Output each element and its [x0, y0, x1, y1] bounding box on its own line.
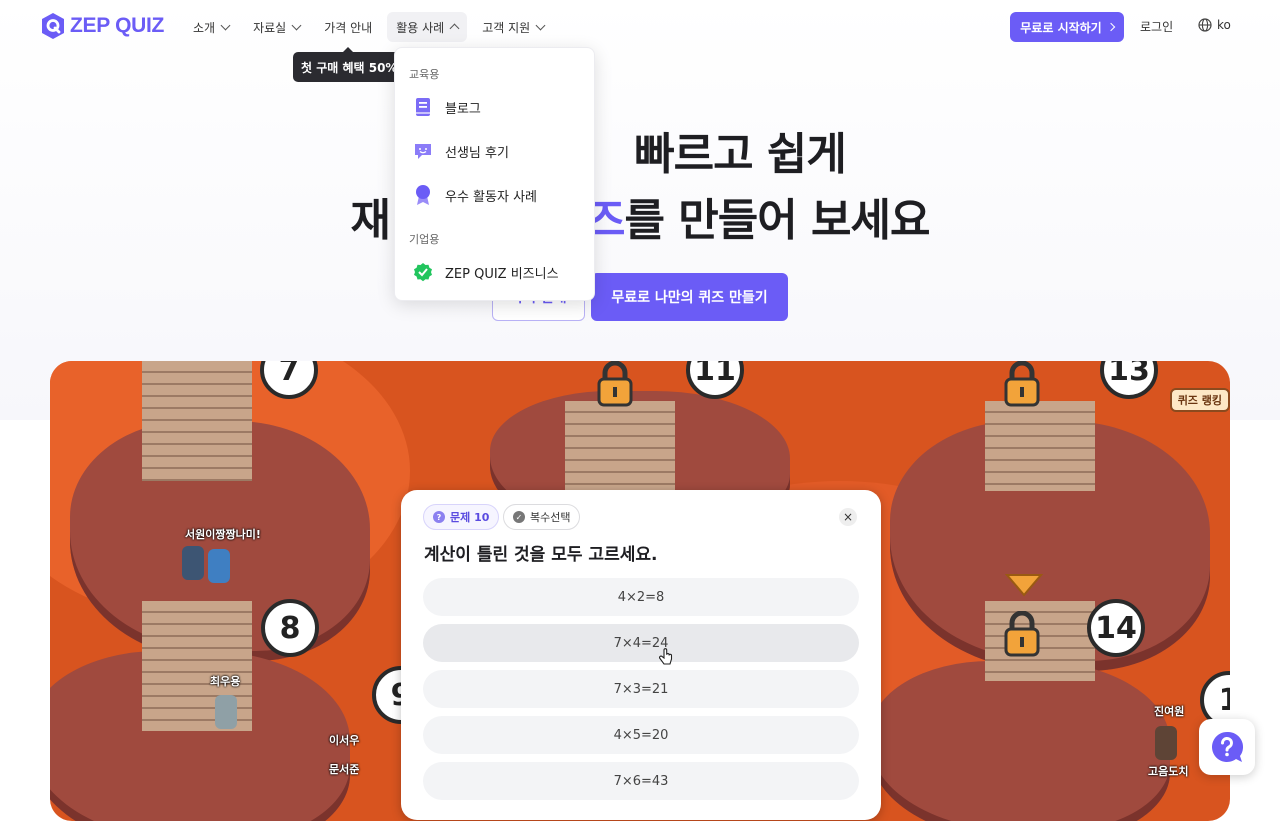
stage-number: 14 — [1087, 599, 1145, 657]
hand-cursor-icon — [659, 648, 673, 665]
player-name: 고음도치 — [1148, 765, 1189, 778]
check-circle-icon: ✓ — [513, 511, 525, 523]
nav-item-label: 가격 안내 — [324, 20, 373, 35]
nav-item-resources[interactable]: 자료실 — [244, 12, 309, 42]
dropdown-section-education: 교육용 — [409, 68, 440, 81]
nav-item-pricing[interactable]: 가격 안내 — [315, 12, 381, 42]
help-button[interactable] — [1199, 719, 1255, 775]
chat-smile-icon — [413, 141, 433, 161]
player-name: 서원이짱짱나미! — [185, 528, 261, 541]
hero-title-line1: 빠르고 쉽게 — [0, 118, 1280, 182]
header: ZEP QUIZ 소개 자료실 가격 안내 활용 사례 고객 지원 무료로 시작… — [0, 0, 1280, 54]
create-quiz-button[interactable]: 무료로 나만의 퀴즈 만들기 — [591, 273, 788, 321]
arrow-down-icon — [1005, 574, 1043, 597]
player-avatar — [182, 546, 204, 580]
answer-option[interactable]: 7×6=43 — [423, 762, 859, 800]
player-avatar — [215, 695, 237, 729]
player-avatar — [208, 549, 230, 583]
dropdown-item-label: ZEP QUIZ 비즈니스 — [445, 266, 559, 282]
verified-icon — [413, 262, 433, 282]
hero-line2-start: 재 — [350, 195, 391, 246]
player-name: 최우용 — [210, 675, 241, 688]
logo-text: ZEP QUIZ — [70, 14, 165, 37]
create-quiz-label: 무료로 나만의 퀴즈 만들기 — [611, 290, 768, 306]
dropdown-item-best-cases[interactable]: 우수 활동자 사례 — [413, 185, 537, 205]
login-link[interactable]: 로그인 — [1140, 18, 1173, 35]
chevron-down-icon — [535, 20, 546, 30]
wood-bridge — [985, 401, 1095, 491]
dropdown-item-label: 우수 활동자 사례 — [445, 189, 537, 205]
language-selector[interactable]: ko — [1198, 18, 1231, 32]
use-cases-dropdown: 교육용 블로그 선생님 후기 우수 활동자 사례 기업용 ZEP QUIZ 비즈… — [394, 47, 595, 301]
nav-item-label: 자료실 — [253, 20, 287, 35]
globe-icon — [1198, 18, 1212, 32]
help-chat-icon — [1212, 731, 1244, 762]
main-nav: 소개 자료실 가격 안내 활용 사례 고객 지원 — [184, 12, 553, 42]
close-icon[interactable]: × — [839, 508, 857, 526]
player-avatar — [1155, 726, 1177, 760]
chevron-down-icon — [220, 20, 231, 30]
dropdown-section-business: 기업용 — [409, 233, 440, 246]
rock-platform — [870, 661, 1170, 821]
answer-option[interactable]: 4×5=20 — [423, 716, 859, 754]
start-free-label: 무료로 시작하기 — [1020, 20, 1102, 35]
nav-item-label: 고객 지원 — [482, 20, 531, 35]
question-type-badge: ✓ 복수선택 — [503, 504, 581, 530]
player-name: 진여원 — [1154, 705, 1185, 718]
logo[interactable]: ZEP QUIZ — [40, 12, 164, 40]
dropdown-item-business[interactable]: ZEP QUIZ 비즈니스 — [413, 262, 559, 282]
question-text: 계산이 틀린 것을 모두 고르세요. — [424, 545, 658, 565]
book-icon — [413, 97, 433, 117]
wood-bridge — [142, 361, 252, 481]
chevron-down-icon — [291, 20, 302, 30]
nav-item-label: 활용 사례 — [396, 20, 445, 35]
chevron-up-icon — [449, 23, 460, 34]
dropdown-item-teacher-reviews[interactable]: 선생님 후기 — [413, 141, 509, 161]
dropdown-item-label: 선생님 후기 — [445, 145, 509, 161]
wood-bridge — [565, 401, 675, 491]
nav-item-label: 소개 — [193, 20, 216, 35]
question-number-badge: ? 문제 10 — [423, 504, 500, 530]
answer-option[interactable]: 4×2=8 — [423, 578, 859, 616]
nav-item-use-cases[interactable]: 활용 사례 — [387, 12, 468, 42]
nav-item-support[interactable]: 고객 지원 — [473, 12, 553, 42]
hero-title-line2: 재 즈를 만들어 보세요 — [0, 184, 1280, 248]
player-name: 문서준 — [329, 763, 360, 776]
promo-label: 첫 구매 혜택 50% — [301, 60, 398, 75]
player-name: 이서우 — [329, 734, 360, 747]
dropdown-item-label: 블로그 — [445, 101, 481, 117]
start-free-button[interactable]: 무료로 시작하기 — [1010, 12, 1124, 42]
logo-icon — [40, 12, 66, 40]
award-icon — [413, 185, 433, 205]
lock-icon — [1004, 611, 1040, 657]
lock-icon — [597, 361, 633, 407]
question-type-label: 복수선택 — [530, 511, 571, 524]
stage-number: 8 — [261, 599, 319, 657]
language-label: ko — [1217, 18, 1231, 32]
quiz-ranking-badge[interactable]: 퀴즈 랭킹 — [1169, 388, 1230, 412]
quiz-card: ? 문제 10 ✓ 복수선택 × 계산이 틀린 것을 모두 고르세요. 4×2=… — [401, 490, 881, 820]
nav-item-intro[interactable]: 소개 — [184, 12, 238, 42]
hero-line2-end: 를 만들어 보세요 — [624, 195, 930, 246]
answer-option[interactable]: 7×4=24 — [423, 624, 859, 665]
dropdown-item-blog[interactable]: 블로그 — [413, 97, 481, 117]
question-number-label: 문제 10 — [450, 511, 490, 524]
stage-number: 13 — [1100, 361, 1158, 399]
chevron-right-icon — [1106, 22, 1115, 32]
hero-line1-text: 빠르고 쉽게 — [634, 129, 847, 180]
lock-icon — [1004, 361, 1040, 407]
answer-option[interactable]: 7×3=21 — [423, 670, 859, 708]
question-icon: ? — [433, 511, 445, 523]
